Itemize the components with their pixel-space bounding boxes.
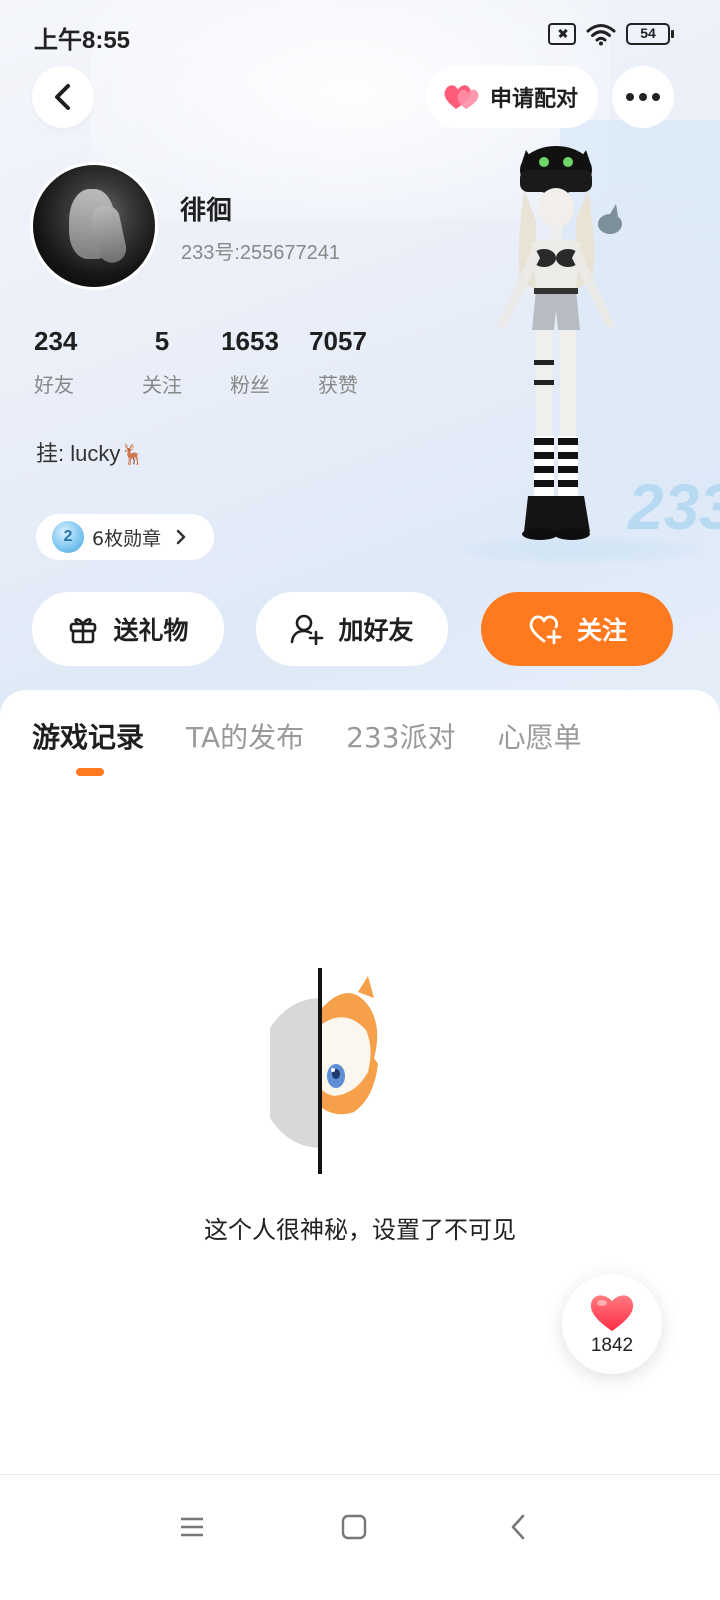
- gift-icon: [70, 618, 97, 644]
- stat-label: 粉丝: [230, 373, 270, 397]
- more-icon: [626, 93, 660, 101]
- signature: 挂: lucky🦌: [36, 436, 145, 468]
- add-friend-button[interactable]: 加好友: [256, 592, 448, 666]
- stat-value: 234: [34, 326, 78, 356]
- tab-party[interactable]: 233派对: [346, 716, 455, 756]
- system-nav-bar: [0, 1474, 720, 1600]
- user-id: 233号:255677241: [181, 242, 341, 264]
- send-gift-label: 送礼物: [113, 616, 189, 645]
- back-chevron-icon: [511, 1514, 525, 1540]
- content-card: 游戏记录 TA的发布 233派对 心愿单 这个人很神秘，设置了不可见 1842: [0, 690, 720, 1600]
- status-bar: 上午8:55 54: [0, 0, 720, 70]
- stat-value: 7057: [309, 326, 367, 356]
- add-friend-label: 加好友: [338, 616, 414, 645]
- stat-fans[interactable]: 1653 粉丝: [206, 326, 294, 398]
- empty-state-message: 这个人很神秘，设置了不可见: [204, 1216, 516, 1244]
- stat-label: 获赞: [318, 373, 358, 397]
- active-tab-indicator: [76, 768, 104, 776]
- medals-label: 6枚勋章: [92, 527, 162, 550]
- apply-pair-label: 申请配对: [490, 87, 579, 112]
- home-button[interactable]: [334, 1507, 374, 1547]
- tab-game-records[interactable]: 游戏记录: [32, 716, 144, 756]
- no-sim-icon: [548, 23, 576, 45]
- stage-logo: 233: [628, 471, 720, 543]
- stat-label: 好友: [34, 373, 74, 397]
- signature-text: 挂: lucky: [36, 441, 121, 466]
- tab-posts[interactable]: TA的发布: [186, 716, 304, 756]
- like-count: 1842: [590, 1335, 634, 1356]
- apply-pair-button[interactable]: 申请配对: [426, 66, 598, 128]
- tab-bar: 游戏记录 TA的发布 233派对 心愿单: [32, 716, 582, 756]
- like-button[interactable]: 1842: [562, 1274, 662, 1374]
- recent-apps-button[interactable]: [172, 1507, 212, 1547]
- avatar-character[interactable]: [476, 140, 636, 550]
- avatar[interactable]: [30, 162, 158, 290]
- stat-value: 5: [154, 326, 170, 356]
- peeking-character-illustration: [270, 968, 378, 1174]
- heart-plus-icon: [529, 615, 562, 645]
- medals-button[interactable]: 2 6枚勋章: [36, 514, 214, 560]
- follow-button[interactable]: 关注: [481, 592, 673, 666]
- stats-row: 234 好友 5 关注 1653 粉丝 7057 获赞: [30, 326, 382, 398]
- stat-label: 关注: [142, 373, 182, 397]
- heart-pair-icon: [444, 85, 479, 109]
- tab-wishlist[interactable]: 心愿单: [498, 716, 582, 756]
- battery-indicator: 54: [626, 23, 674, 45]
- back-button[interactable]: [32, 66, 94, 128]
- status-time: 上午8:55: [34, 27, 131, 54]
- chevron-right-icon: [176, 529, 186, 545]
- deer-emoji: 🦌: [120, 444, 146, 466]
- home-square-icon: [341, 1514, 367, 1540]
- back-arrow-icon: [55, 84, 70, 110]
- follow-label: 关注: [576, 616, 627, 645]
- stat-friends[interactable]: 234 好友: [30, 326, 90, 398]
- nickname: 徘徊: [180, 196, 233, 226]
- more-button[interactable]: [612, 66, 674, 128]
- add-user-icon: [291, 614, 324, 645]
- stat-likes[interactable]: 7057 获赞: [294, 326, 382, 398]
- system-back-button[interactable]: [498, 1507, 538, 1547]
- medal-icon: 2: [52, 521, 84, 553]
- stat-value: 1653: [221, 326, 279, 356]
- stat-following[interactable]: 5 关注: [118, 326, 206, 398]
- like-heart-icon: [590, 1295, 634, 1331]
- menu-icon: [181, 1517, 203, 1537]
- send-gift-button[interactable]: 送礼物: [32, 592, 224, 666]
- wifi-icon: [586, 24, 616, 46]
